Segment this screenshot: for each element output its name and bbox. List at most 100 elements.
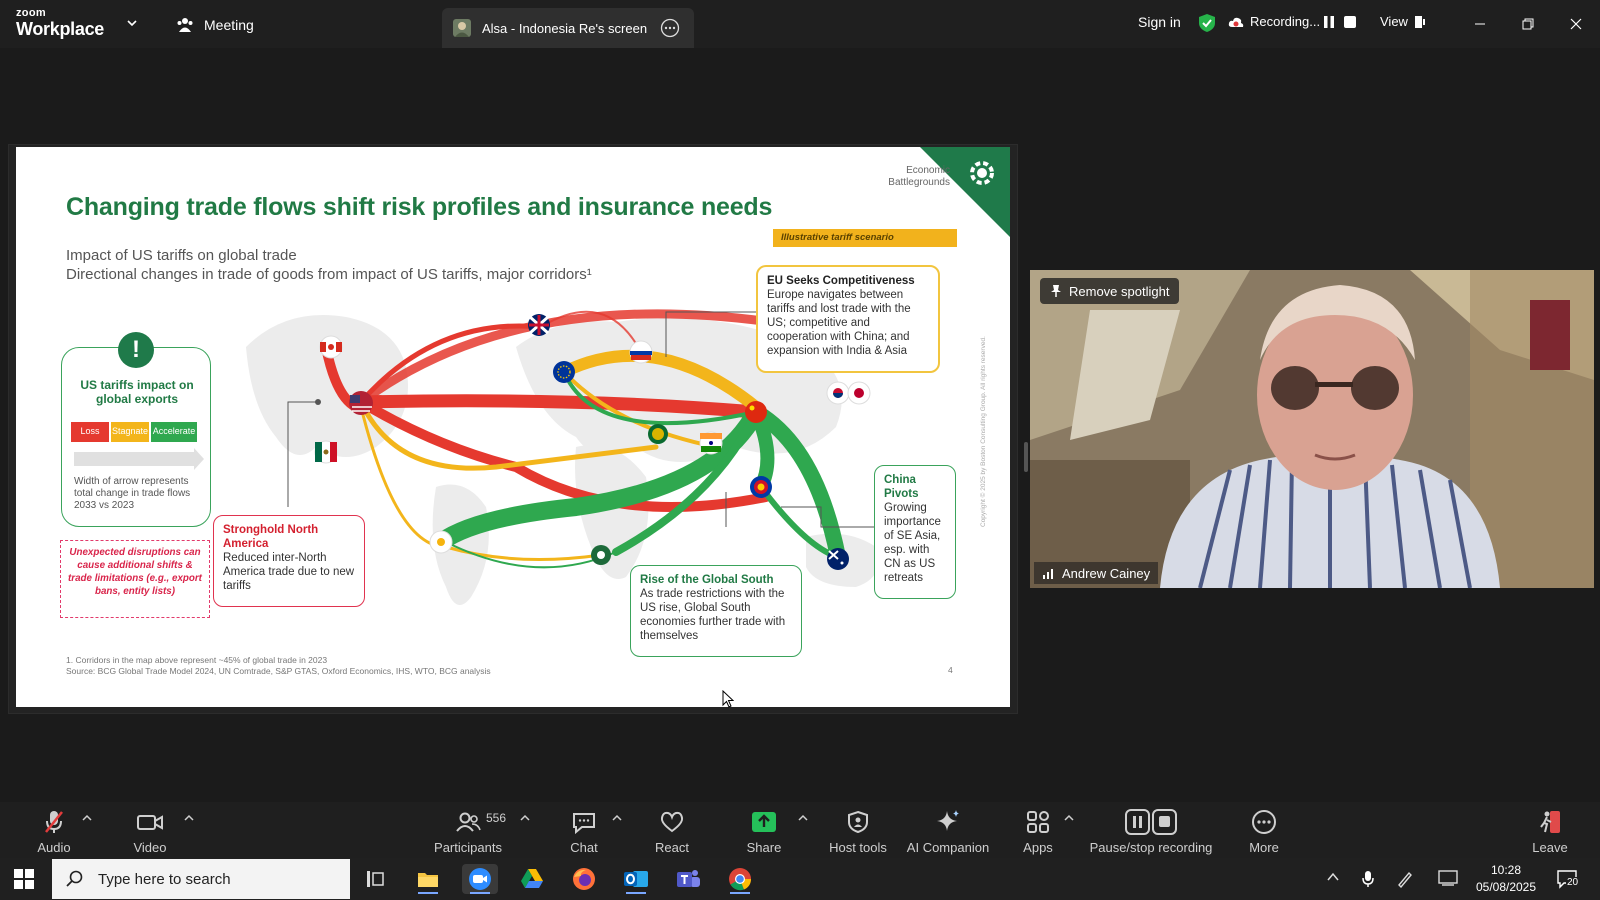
react-label: React xyxy=(655,840,689,855)
minimize-button[interactable] xyxy=(1468,12,1492,36)
flag-russia-icon xyxy=(629,340,653,364)
sign-in-link[interactable]: Sign in xyxy=(1138,14,1181,30)
windows-taskbar: Type here to search 10:28 05/08/2025 20 xyxy=(0,858,1600,900)
google-drive-button[interactable] xyxy=(514,864,550,894)
flag-canada-icon xyxy=(319,335,343,359)
participants-label: Participants xyxy=(434,840,502,855)
people-icon xyxy=(177,18,193,32)
task-view-icon xyxy=(367,871,384,887)
apps-label: Apps xyxy=(1023,840,1053,855)
security-shield-icon[interactable] xyxy=(1198,13,1216,33)
pen-icon[interactable] xyxy=(1396,870,1414,888)
apps-caret-icon[interactable] xyxy=(1064,814,1074,822)
legend-arrowhead xyxy=(194,448,204,470)
share-caret-icon[interactable] xyxy=(798,814,808,822)
chevron-down-icon[interactable] xyxy=(126,17,138,29)
taskbar-clock[interactable]: 10:28 05/08/2025 xyxy=(1472,862,1540,896)
legend-box: ! US tariffs impact on global exports Lo… xyxy=(61,332,211,527)
close-button[interactable] xyxy=(1564,12,1588,36)
brand-small-text: zoom xyxy=(16,7,46,19)
react-button[interactable]: React xyxy=(632,808,712,855)
flag-india-icon xyxy=(699,431,723,455)
zoom-app-button[interactable] xyxy=(462,864,498,894)
video-feed xyxy=(1030,270,1594,588)
display-icon[interactable] xyxy=(1438,870,1458,886)
stop-icon[interactable] xyxy=(1343,15,1357,29)
host-shield-icon xyxy=(848,810,868,834)
outlook-button[interactable] xyxy=(618,864,654,894)
flag-africa-icon xyxy=(591,545,611,565)
host-tools-button[interactable]: Host tools xyxy=(818,808,898,855)
flag-australia-icon xyxy=(827,548,849,570)
chrome-button[interactable] xyxy=(722,864,758,894)
panel-resize-handle[interactable] xyxy=(1024,442,1028,472)
participants-count: 556 xyxy=(486,811,507,825)
signal-strength-icon xyxy=(1043,569,1053,579)
folder-icon xyxy=(418,873,438,887)
more-label: More xyxy=(1249,840,1279,855)
view-layout-icon xyxy=(1414,15,1425,28)
participant-video[interactable]: Remove spotlight Andrew Cainey xyxy=(1030,270,1594,588)
callout-china: China Pivots Growing importance of SE As… xyxy=(874,465,956,599)
share-screen-tab[interactable]: Alsa - Indonesia Re's screen xyxy=(442,8,694,48)
video-button[interactable]: Video xyxy=(110,808,190,855)
participants-caret-icon[interactable] xyxy=(520,814,530,822)
task-view-button[interactable] xyxy=(358,864,394,894)
gear-icon xyxy=(970,161,994,185)
share-screen-icon xyxy=(752,812,776,832)
teams-button[interactable] xyxy=(670,864,706,894)
search-icon xyxy=(66,870,83,887)
view-menu-button[interactable]: View xyxy=(1380,14,1426,29)
recording-indicator[interactable]: Recording... xyxy=(1228,14,1320,29)
callout-north-america: Stronghold North America Reduced inter-N… xyxy=(213,515,365,607)
chat-bubble-icon xyxy=(573,813,595,834)
ai-companion-button[interactable]: AI Companion xyxy=(898,808,998,855)
more-button[interactable]: More xyxy=(1224,808,1304,855)
microphone-in-use-icon[interactable] xyxy=(1362,870,1374,888)
scenario-badge: Illustrative tariff scenario xyxy=(773,229,957,247)
more-icon xyxy=(1252,810,1276,834)
video-options-caret-icon[interactable] xyxy=(184,814,194,822)
firefox-button[interactable] xyxy=(566,864,602,894)
show-hidden-icons-icon[interactable] xyxy=(1326,870,1340,884)
close-icon xyxy=(1570,18,1582,30)
meeting-controls: Audio Video Participants 556 Chat React … xyxy=(0,802,1600,858)
title-bar: zoom Workplace Meeting Alsa - Indonesia … xyxy=(0,0,1600,48)
pause-stop-label: Pause/stop recording xyxy=(1089,840,1213,855)
callout-cn-title: China Pivots xyxy=(884,474,919,500)
pin-icon xyxy=(1051,285,1061,297)
legend-title: US tariffs impact on global exports xyxy=(80,378,194,406)
legend-accelerate: Accelerate xyxy=(151,422,197,442)
sparkle-icon xyxy=(937,810,959,831)
page-number: 4 xyxy=(948,665,953,675)
search-placeholder: Type here to search xyxy=(98,870,231,888)
share-button[interactable]: Share xyxy=(724,808,804,855)
zoom-app-icon xyxy=(469,868,491,890)
teams-icon xyxy=(677,870,700,887)
taskbar-search[interactable]: Type here to search xyxy=(52,859,350,899)
participants-icon xyxy=(456,812,481,832)
windows-start-icon[interactable] xyxy=(14,869,34,889)
outlook-icon xyxy=(624,871,648,887)
exclamation-icon: ! xyxy=(118,332,154,368)
file-explorer-button[interactable] xyxy=(410,864,446,894)
pause-stop-recording-button[interactable]: Pause/stop recording xyxy=(1086,808,1216,855)
notifications-button[interactable]: 20 xyxy=(1556,869,1584,891)
flag-usa-icon xyxy=(349,391,373,415)
audio-options-caret-icon[interactable] xyxy=(82,814,92,822)
video-label: Video xyxy=(133,840,167,855)
legend-stagnate: Stagnate xyxy=(111,422,149,442)
remove-spotlight-button[interactable]: Remove spotlight xyxy=(1040,278,1180,304)
callout-eu-title: EU Seeks Competitiveness xyxy=(767,275,915,287)
meeting-tab[interactable]: Meeting xyxy=(176,14,254,36)
leave-button[interactable]: Leave xyxy=(1510,808,1590,855)
more-options-icon[interactable] xyxy=(660,18,680,38)
chat-caret-icon[interactable] xyxy=(612,814,622,822)
callout-gs-title: Rise of the Global South xyxy=(640,574,774,586)
callout-cn-text: Growing importance of SE Asia, esp. with… xyxy=(884,502,941,584)
restore-button[interactable] xyxy=(1516,12,1540,36)
callout-eu-text: Europe navigates between tariffs and los… xyxy=(767,289,911,357)
leave-door-icon xyxy=(1540,811,1560,833)
pause-icon[interactable] xyxy=(1322,15,1336,29)
share-label: Share xyxy=(746,840,782,855)
